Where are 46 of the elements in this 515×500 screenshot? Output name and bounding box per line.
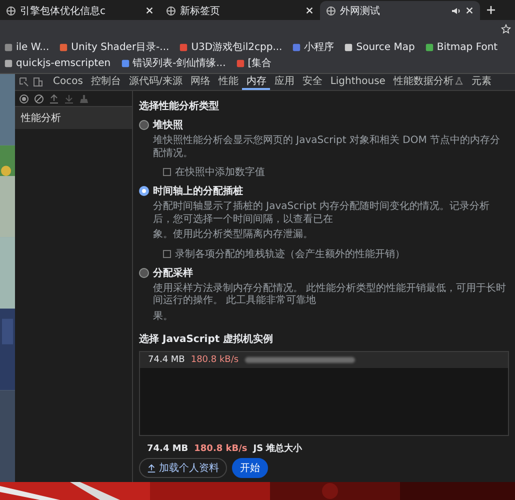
devtools-tab[interactable]: 性能数据分析: [389, 74, 468, 90]
browser-tab[interactable]: 引擎包体优化信息c: [0, 1, 160, 20]
allocation-rate: 180.8 kB/s: [190, 355, 239, 365]
profiling-type-option[interactable]: 堆快照: [139, 118, 509, 132]
section-title: 选择 JavaScript 虚拟机实例: [139, 332, 274, 346]
start-button[interactable]: 开始: [232, 458, 268, 478]
checkbox-label: 录制各项分配的堆栈轨迹（会产生额外的性能开销）: [175, 248, 405, 260]
bookmark-item[interactable]: 错误列表-剑仙情缘...: [120, 56, 226, 70]
option-description: 分配时间轴显示了插桩的 JavaScript 内存分配随时间变化的情况。记录分析后，您可选择一个时间间隔，以查看已在: [152, 201, 490, 226]
memory-size: 74.4 MB: [148, 355, 185, 365]
stat-label: JS 堆总大小: [253, 442, 302, 455]
option-label: 分配采样: [153, 266, 193, 280]
browser-tab[interactable]: 新标签页: [160, 1, 320, 20]
devtools-tab[interactable]: 性能: [214, 74, 242, 90]
profiling-type-option[interactable]: 分配采样: [139, 266, 509, 280]
sidebar-item[interactable]: 性能分析: [15, 107, 132, 129]
bookmark-item[interactable]: U3D游戏包il2cpp...: [179, 40, 282, 54]
load-profile-button[interactable]: 加载个人资料: [139, 458, 227, 478]
bookmark-item[interactable]: ile W...: [4, 40, 50, 54]
bookmark-item[interactable]: Source Map: [344, 40, 415, 54]
total-rate: 180.8 kB/s: [194, 444, 248, 454]
option-description: 使用采样方法录制内存分配情况。 此性能分析类型的性能开销最低，可用于长时间运行的操作。 此工具能非常可靠地: [152, 282, 508, 308]
bookmark-item[interactable]: Bitmap Font: [424, 40, 498, 54]
option-description: 堆快照性能分析会显示您网页的 JavaScript 对象和相关 DOM 节点中的内存分配情况。: [152, 135, 502, 160]
option-label: 堆快照: [153, 118, 183, 132]
total-memory: 74.4 MB: [147, 444, 188, 454]
bookmark-item[interactable]: 小程序: [292, 40, 334, 54]
option-description: 象。使用此分析类型隔离内存泄漏。: [152, 229, 314, 242]
checkbox-label: 在快照中添加数字值: [175, 166, 265, 179]
bookmark-item[interactable]: [集合: [236, 56, 272, 70]
vm-instance-row[interactable]: 74.4 MB 180.8 kB/s: [140, 352, 508, 368]
devtools-tab[interactable]: Lighthouse: [326, 74, 390, 90]
option-description: 果。: [152, 310, 174, 323]
option-label: 时间轴上的分配插桩: [153, 184, 243, 198]
devtools-tab[interactable]: 应用: [270, 74, 298, 90]
devtools-tab[interactable]: 安全: [298, 74, 326, 90]
section-title: 选择性能分析类型: [139, 100, 220, 113]
devtools-tab[interactable]: 元素: [467, 74, 496, 90]
devtools-tab[interactable]: 网络: [186, 74, 214, 90]
devtools-tab[interactable]: 控制台: [86, 74, 125, 90]
browser-tab[interactable]: 外网测试: [320, 1, 480, 20]
bookmark-item[interactable]: quickjs-emscripten: [4, 56, 111, 70]
profiling-type-option[interactable]: 时间轴上的分配插桩: [139, 184, 509, 198]
bookmark-item[interactable]: Unity Shader目录-...: [59, 40, 170, 54]
devtools-tab[interactable]: Cocos: [49, 74, 87, 90]
devtools-tab[interactable]: 源代码/来源: [124, 74, 186, 90]
